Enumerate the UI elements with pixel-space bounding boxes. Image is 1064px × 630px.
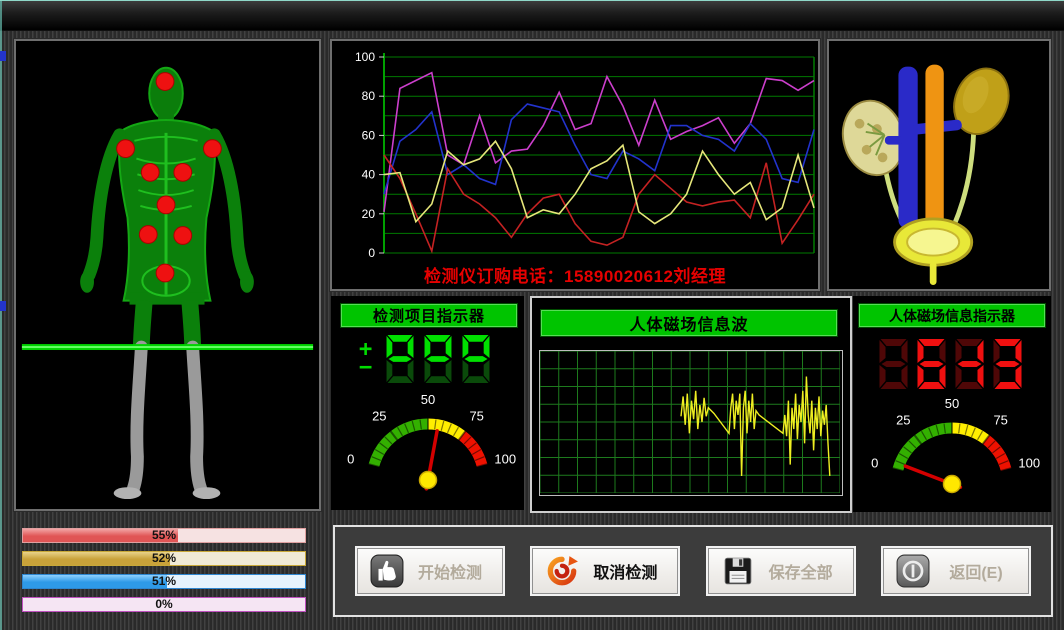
svg-text:0: 0: [347, 451, 354, 466]
svg-text:75: 75: [993, 413, 1007, 428]
progress-label: 51%: [23, 574, 305, 588]
svg-text:50: 50: [421, 392, 435, 407]
return-label: 返回(E): [930, 559, 1022, 583]
start-detect-button[interactable]: 开始检测: [357, 548, 503, 594]
svg-text:20: 20: [362, 207, 376, 221]
save-all-button[interactable]: 保存全部: [708, 548, 854, 594]
body-scan-panel: [14, 39, 321, 511]
svg-text:75: 75: [469, 409, 483, 424]
detect-item-indicator-title: 检测项目指示器: [340, 303, 518, 328]
progress-label: 52%: [23, 551, 305, 565]
action-button-bar: 开始检测 取消检测: [333, 525, 1053, 617]
cancel-detect-label: 取消检测: [579, 559, 671, 583]
window-edge-marker: [0, 301, 6, 311]
magnetic-gauge: 0 25 50 75 100: [860, 396, 1044, 508]
svg-text:0: 0: [368, 246, 375, 260]
svg-text:80: 80: [362, 89, 376, 103]
window-titlebar: [0, 1, 1064, 31]
organ-image-panel: [827, 39, 1051, 291]
minus-sign: −: [359, 359, 372, 377]
svg-text:25: 25: [896, 413, 910, 428]
svg-text:40: 40: [362, 168, 376, 182]
cancel-detect-button[interactable]: 取消检测: [532, 548, 678, 594]
save-floppy-icon: [721, 554, 755, 588]
progress-label: 55%: [23, 528, 305, 542]
magnetic-indicator-title: 人体磁场信息指示器: [858, 303, 1046, 328]
red-seven-segment: [877, 338, 1024, 390]
application-window: 0 20 40 60 80 100 检测仪订购电话：15890020612刘经理: [0, 0, 1064, 630]
cancel-swirl-icon: [545, 554, 579, 588]
svg-text:100: 100: [494, 451, 516, 466]
progress-bar-red: 55%: [22, 528, 306, 543]
svg-text:0: 0: [871, 455, 878, 470]
progress-bar-magenta: 0%: [22, 597, 306, 612]
svg-text:50: 50: [945, 396, 959, 411]
svg-text:100: 100: [355, 50, 375, 64]
phone-notice: 检测仪订购电话：15890020612刘经理: [332, 262, 818, 287]
plus-minus-signs: + −: [359, 341, 372, 377]
magnetic-led-display: [877, 338, 1024, 390]
progress-bar-group: 55% 52% 51% 0%: [22, 528, 306, 620]
svg-text:25: 25: [372, 409, 386, 424]
detect-item-led-display: + −: [359, 334, 492, 384]
progress-bar-gold: 52%: [22, 551, 306, 566]
start-detect-label: 开始检测: [404, 559, 496, 583]
magnetic-indicator-panel: 人体磁场信息指示器 0 25 50 75 100: [853, 296, 1051, 512]
window-edge-marker: [0, 51, 6, 61]
return-button[interactable]: 返回(E): [883, 548, 1029, 594]
svg-text:100: 100: [1018, 455, 1040, 470]
magnetic-wave-panel: 人体磁场信息波: [530, 296, 852, 513]
detect-item-gauge: 0 25 50 75 100: [336, 392, 520, 504]
green-seven-segment: [384, 334, 492, 384]
progress-bar-blue: 51%: [22, 574, 306, 589]
detect-item-indicator-panel: 检测项目指示器 + − 0 25 50 75 100: [331, 296, 524, 510]
trend-chart: 0 20 40 60 80 100: [332, 41, 818, 265]
return-icon: [896, 554, 930, 588]
magnetic-wave-scope: [539, 350, 843, 496]
magnetic-wave-title: 人体磁场信息波: [540, 309, 838, 337]
kidney-illustration: [829, 41, 1045, 285]
body-figure: [16, 41, 319, 509]
thumb-up-icon: [370, 554, 404, 588]
progress-label: 0%: [23, 597, 305, 611]
trend-chart-panel: 0 20 40 60 80 100 检测仪订购电话：15890020612刘经理: [330, 39, 820, 291]
svg-text:60: 60: [362, 128, 376, 142]
save-all-label: 保存全部: [755, 559, 847, 583]
